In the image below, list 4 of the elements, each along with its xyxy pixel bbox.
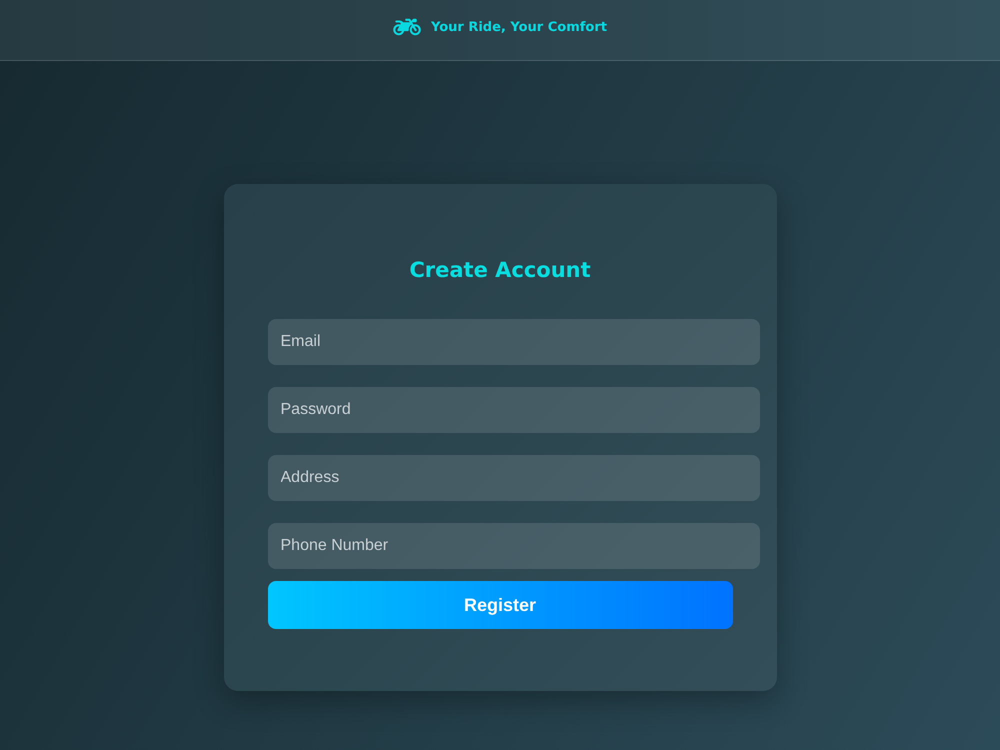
form-title: Create Account (408, 257, 592, 284)
motorcycle-icon (393, 16, 421, 38)
register-button[interactable]: Register (268, 581, 732, 629)
brand-tagline: Your Ride, Your Comfort (431, 20, 607, 34)
